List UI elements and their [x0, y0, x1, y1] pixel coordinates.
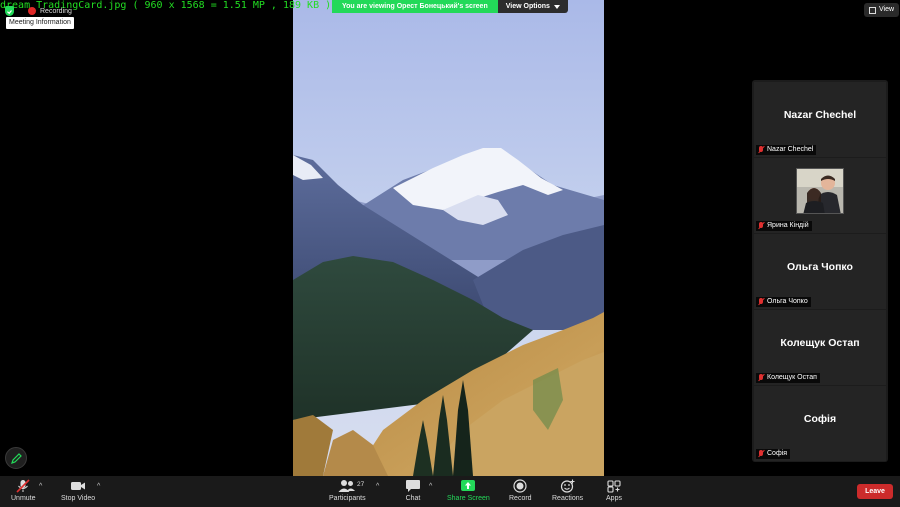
record-button[interactable]: Record — [509, 479, 532, 502]
participant-display-name: Ольга Чопко — [787, 260, 853, 273]
record-icon — [513, 479, 527, 493]
participant-display-name: Софія — [803, 412, 837, 425]
view-button[interactable]: View — [864, 3, 900, 17]
chat-options-caret[interactable]: ^ — [429, 483, 432, 490]
share-screen-label: Share Screen — [447, 495, 490, 502]
grid-icon — [869, 6, 876, 14]
participant-tile[interactable]: Ярина Кіндій — [754, 158, 886, 233]
view-label: View — [879, 6, 895, 13]
mic-muted-icon — [758, 450, 764, 458]
participants-icon — [338, 480, 356, 492]
smiley-plus-icon — [560, 479, 575, 493]
mic-muted-icon — [16, 479, 30, 493]
leave-label: Leave — [865, 488, 885, 495]
view-options-button[interactable]: View Options — [497, 0, 568, 13]
participant-display-name: Колещук Остап — [780, 336, 860, 349]
unmute-button[interactable]: Unmute — [11, 479, 36, 502]
share-banner: You are viewing Орест Бонецький's screen… — [332, 0, 568, 13]
audio-options-caret[interactable]: ^ — [39, 483, 42, 490]
participant-label: Софія — [756, 449, 791, 459]
stop-video-label: Stop Video — [61, 495, 96, 502]
stop-video-button[interactable]: Stop Video — [61, 479, 95, 502]
chat-bubble-icon — [406, 480, 420, 492]
participant-label-text: Колещук Остап — [767, 374, 817, 381]
chat-button[interactable]: Chat — [405, 479, 421, 502]
meeting-info-tooltip: Meeting Information — [6, 17, 74, 29]
share-screen-button[interactable]: Share Screen — [447, 479, 490, 502]
apps-label: Apps — [606, 495, 622, 502]
chat-label: Chat — [405, 495, 421, 502]
participant-display-name: Nazar Chechel — [783, 108, 857, 121]
meeting-status: Recording — [5, 6, 72, 16]
participant-label: Ольга Чопко — [756, 297, 811, 307]
participant-label-text: Софія — [767, 450, 788, 457]
recording-label: Recording — [40, 7, 72, 15]
participant-tile[interactable]: Nazar Chechel Nazar Chechel — [754, 82, 886, 157]
participant-label: Колещук Остап — [756, 373, 820, 383]
mountain-landscape-image — [293, 0, 604, 476]
annotate-button[interactable] — [5, 447, 27, 469]
participant-label-text: Ярина Кіндій — [767, 222, 809, 229]
video-options-caret[interactable]: ^ — [97, 483, 100, 490]
participant-label: Ярина Кіндій — [756, 221, 812, 231]
participant-label-text: Ольга Чопко — [767, 298, 808, 305]
participants-label: Participants — [329, 495, 366, 502]
shield-check-icon[interactable] — [5, 6, 14, 16]
recording-dot-icon — [28, 7, 36, 15]
video-camera-icon — [71, 482, 86, 490]
mic-muted-icon — [758, 374, 764, 382]
apps-button[interactable]: Apps — [606, 479, 622, 502]
view-options-label: View Options — [505, 3, 550, 10]
participant-tile[interactable]: Колещук Остап Колещук Остап — [754, 310, 886, 385]
mic-muted-icon — [758, 298, 764, 306]
mic-muted-icon — [758, 146, 764, 154]
shared-screen — [293, 0, 604, 476]
leave-button[interactable]: Leave — [857, 484, 893, 499]
participant-video — [796, 167, 844, 214]
reactions-label: Reactions — [552, 495, 584, 502]
pencil-icon — [10, 452, 22, 464]
participant-tile[interactable]: Ольга Чопко Ольга Чопко — [754, 234, 886, 309]
meeting-toolbar: Unmute ^ Stop Video ^ Participants 27 ^ … — [0, 476, 900, 507]
reactions-button[interactable]: Reactions — [552, 479, 583, 502]
apps-icon — [607, 480, 621, 493]
mic-muted-icon — [758, 222, 764, 230]
share-banner-text: You are viewing Орест Бонецький's screen — [332, 0, 498, 13]
participant-label: Nazar Chechel — [756, 145, 817, 155]
participants-gallery: Nazar Chechel Nazar Chechel Ярина Кіндій… — [752, 80, 888, 462]
participants-options-caret[interactable]: ^ — [376, 483, 379, 490]
participant-tile[interactable]: Софія Софія — [754, 386, 886, 461]
unmute-label: Unmute — [11, 495, 36, 502]
participants-count: 27 — [357, 481, 365, 488]
record-label: Record — [509, 495, 532, 502]
chevron-down-icon — [553, 4, 560, 9]
participant-label-text: Nazar Chechel — [767, 146, 814, 153]
share-screen-icon — [461, 480, 476, 491]
